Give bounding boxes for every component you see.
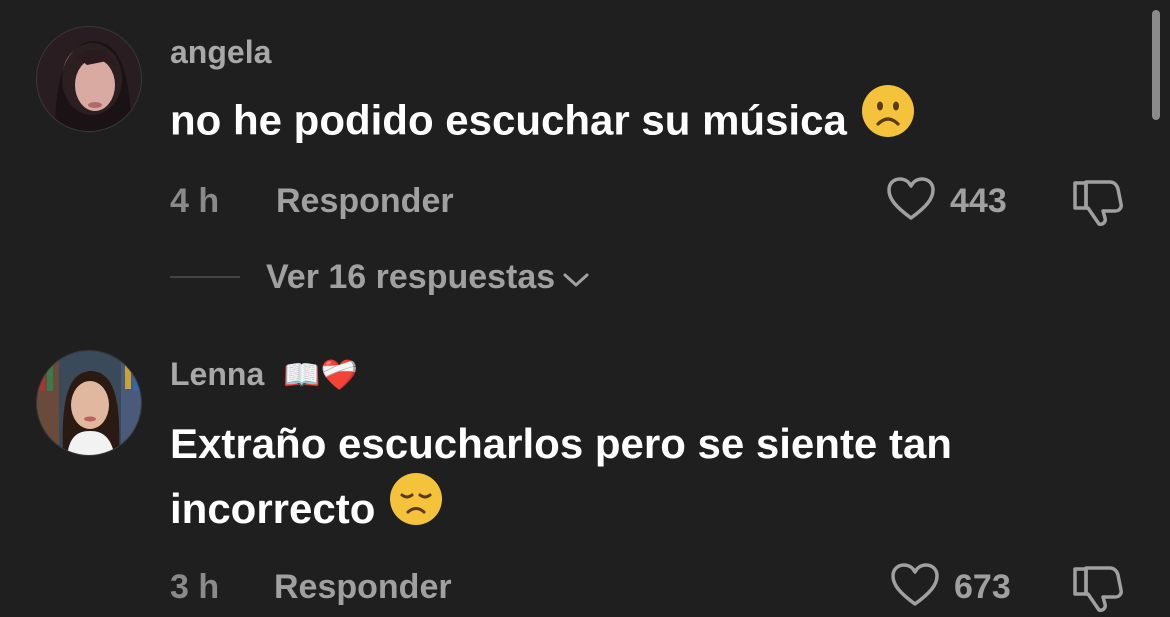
username[interactable]: angela — [170, 34, 271, 71]
comment-text-content: Extraño escucharlos pero se siente tan i… — [170, 420, 952, 533]
sad-face-emoji — [861, 84, 915, 155]
thumbs-down-outline-icon — [1072, 566, 1124, 616]
replies-divider — [170, 276, 240, 278]
heart-outline-icon — [886, 176, 936, 227]
username-emoji: 📖❤️‍🩹 — [283, 358, 358, 393]
disappointed-face-emoji — [389, 472, 443, 544]
like-button[interactable]: 673 — [890, 562, 1011, 613]
comment-text: Extraño escucharlos pero se siente tan i… — [170, 412, 1130, 548]
scrollbar[interactable] — [1152, 10, 1160, 120]
dislike-button[interactable] — [1072, 564, 1124, 617]
avatar[interactable] — [36, 350, 142, 456]
like-count: 443 — [950, 182, 1007, 220]
comment-text-content: no he podido escuchar su música — [170, 96, 847, 144]
view-replies-button[interactable]: Ver 16 respuestas — [266, 256, 591, 299]
reply-button[interactable]: Responder — [274, 568, 452, 607]
comment-text: no he podido escuchar su música — [170, 85, 1130, 159]
view-replies-label: Ver 16 respuestas — [266, 258, 556, 296]
heart-outline-icon — [890, 562, 940, 613]
username-text: Lenna — [170, 356, 265, 392]
like-button[interactable]: 443 — [886, 176, 1007, 227]
like-count: 673 — [954, 568, 1011, 606]
chevron-down-icon — [561, 260, 591, 299]
reply-button[interactable]: Responder — [276, 182, 454, 221]
avatar[interactable] — [36, 26, 142, 132]
comment-timestamp: 3 h — [170, 568, 220, 606]
dislike-button[interactable] — [1072, 178, 1124, 231]
thumbs-down-outline-icon — [1072, 180, 1124, 230]
comment-timestamp: 4 h — [170, 182, 220, 220]
username[interactable]: Lenna 📖❤️‍🩹 — [170, 356, 358, 393]
